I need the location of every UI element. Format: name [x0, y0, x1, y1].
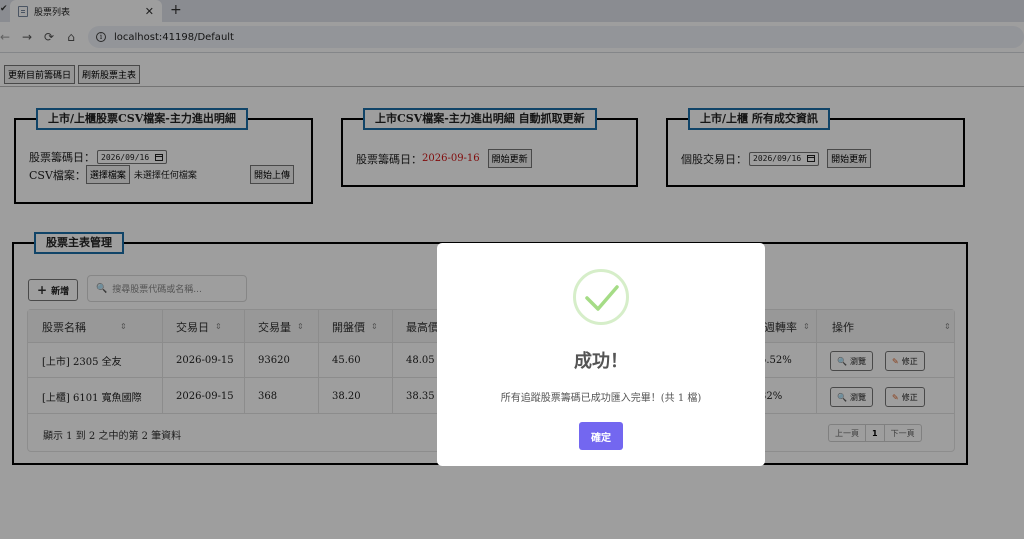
success-dialog: 成功！ 所有追蹤股票籌碼已成功匯入完畢！(共 1 檔) 確定 [437, 243, 765, 466]
dialog-title: 成功！ [574, 351, 628, 372]
dialog-message: 所有追蹤股票籌碼已成功匯入完畢！(共 1 檔) [500, 393, 702, 404]
success-check-icon [573, 269, 629, 325]
confirm-button[interactable]: 確定 [579, 422, 623, 450]
checkmark-icon [585, 285, 619, 311]
